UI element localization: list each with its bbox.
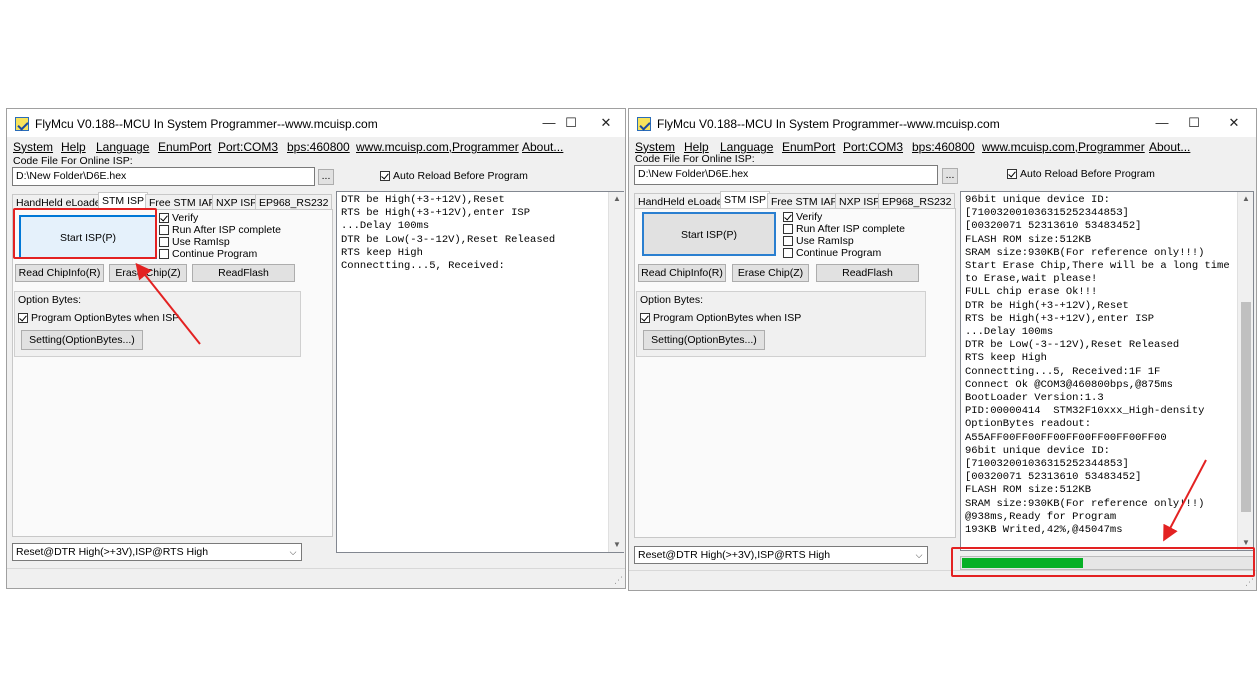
arrow-to-start-isp <box>135 262 201 345</box>
arrow-to-progress <box>1163 459 1207 542</box>
annotation-arrows <box>135 262 1207 542</box>
